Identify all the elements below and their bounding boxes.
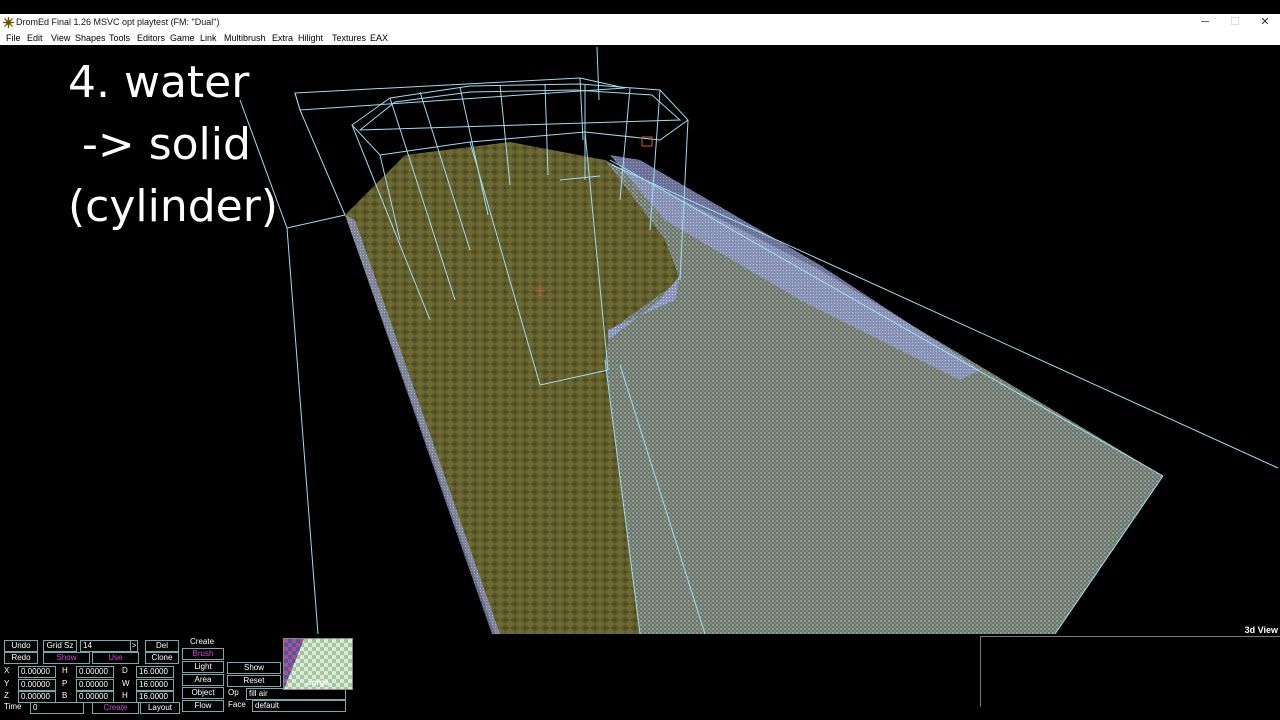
window-title: DromEd Final 1.26 MSVC opt playtest (FM:…: [16, 17, 220, 27]
face-field[interactable]: default: [252, 700, 346, 712]
show-grid-button[interactable]: Show: [43, 652, 90, 664]
texture-preview[interactable]: Jorge: [283, 638, 353, 690]
status-area: [980, 636, 1280, 707]
menu-textures[interactable]: Textures: [332, 31, 366, 45]
menu-file[interactable]: File: [6, 31, 21, 45]
x-label: X: [4, 666, 10, 675]
y-field[interactable]: 0.00000: [18, 679, 56, 691]
top-black-strip: [0, 0, 1280, 14]
time-label: Time: [4, 702, 22, 711]
p-label: P: [62, 679, 68, 688]
x-field[interactable]: 0.00000: [18, 666, 56, 678]
object-button[interactable]: Object: [182, 687, 224, 699]
delete-button[interactable]: Del: [145, 640, 179, 652]
grid-size-field[interactable]: 14: [80, 640, 132, 652]
menu-tools[interactable]: Tools: [109, 31, 130, 45]
dromed-app-icon: [3, 17, 14, 28]
area-button[interactable]: Area: [182, 674, 224, 686]
title-bar: DromEd Final 1.26 MSVC opt playtest (FM:…: [0, 14, 1280, 31]
grid-size-increment[interactable]: >: [130, 640, 138, 652]
overlay-caption: 4. water -> solid (cylinder): [68, 57, 278, 232]
grid-size-label: Grid Sz: [43, 640, 77, 652]
clone-button[interactable]: Clone: [145, 652, 179, 664]
minimize-button[interactable]: ─: [1190, 14, 1220, 31]
redo-button[interactable]: Redo: [4, 652, 38, 664]
heading-field[interactable]: 0.00000: [76, 666, 114, 678]
menu-hilight[interactable]: Hilight: [298, 31, 323, 45]
menu-editors[interactable]: Editors: [137, 31, 165, 45]
z-label: Z: [4, 691, 9, 700]
close-button[interactable]: ✕: [1250, 14, 1280, 31]
texture-name: Jorge: [307, 678, 329, 687]
create-label: Create: [190, 637, 215, 646]
y-label: Y: [4, 679, 10, 688]
create-brush-button[interactable]: Create: [92, 702, 139, 714]
flow-button[interactable]: Flow: [182, 700, 224, 712]
pitch-field[interactable]: 0.00000: [76, 679, 114, 691]
layout-button[interactable]: Layout: [140, 702, 180, 714]
d-label: D: [122, 666, 128, 675]
h-label: H: [62, 666, 68, 675]
menu-bar: File Edit View Shapes Tools Editors Game…: [0, 31, 1280, 45]
use-grid-button[interactable]: Use: [92, 652, 139, 664]
menu-multibrush[interactable]: Multibrush: [224, 31, 266, 45]
depth-field[interactable]: 16.0000: [136, 666, 174, 678]
b-label: B: [62, 691, 68, 700]
menu-game[interactable]: Game: [170, 31, 195, 45]
light-button[interactable]: Light: [182, 661, 224, 673]
show-button[interactable]: Show: [227, 662, 281, 674]
height-label: H: [122, 691, 128, 700]
menu-view[interactable]: View: [51, 31, 70, 45]
maximize-button[interactable]: ☐: [1220, 14, 1250, 31]
time-field[interactable]: 0: [30, 702, 84, 714]
reset-button[interactable]: Reset: [227, 675, 281, 687]
face-label: Face: [228, 700, 246, 709]
w-label: W: [122, 679, 130, 688]
undo-button[interactable]: Undo: [4, 640, 38, 652]
menu-extra[interactable]: Extra: [272, 31, 293, 45]
width-field[interactable]: 16.0000: [136, 679, 174, 691]
menu-link[interactable]: Link: [200, 31, 217, 45]
menu-shapes[interactable]: Shapes: [75, 31, 106, 45]
brush-button[interactable]: Brush: [182, 648, 224, 660]
menu-eax[interactable]: EAX: [370, 31, 388, 45]
menu-edit[interactable]: Edit: [27, 31, 43, 45]
op-label: Op: [228, 688, 239, 697]
